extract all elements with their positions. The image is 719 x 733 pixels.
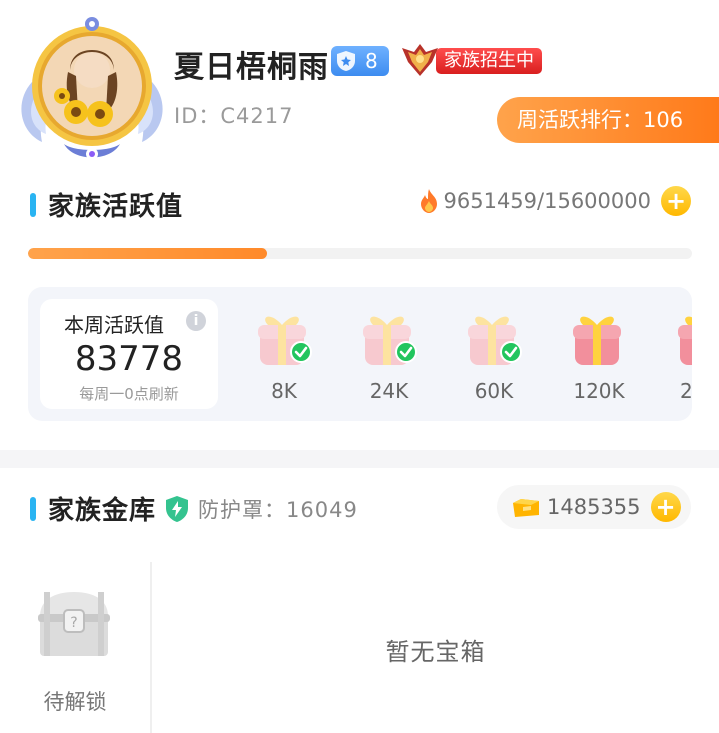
shield-lightning-icon: [166, 495, 189, 522]
treasury-heading: 家族金库 防护罩：16049: [30, 490, 358, 527]
gift-box-icon: [678, 316, 692, 365]
check-icon: [500, 341, 522, 363]
activity-title: 家族活跃值: [48, 192, 184, 222]
reward-amount: 24K: [369, 379, 409, 403]
reward-amount: 8K: [271, 379, 297, 403]
weekly-rewards-panel: 本周活跃值 i 83778 每周一0点刷新 8K 24K 60K 120K 2: [28, 287, 692, 421]
check-icon: [290, 341, 312, 363]
empty-chest-message: 暂无宝箱: [385, 638, 486, 666]
reward-amount: 120K: [573, 379, 625, 403]
recruit-label: 家族招生中: [436, 48, 542, 74]
reward-gift-3[interactable]: 60K: [454, 307, 534, 407]
gift-box-icon: [573, 316, 621, 365]
reward-gift-1[interactable]: 8K: [244, 307, 324, 407]
family-header: 夏日梧桐雨 8 家族招生中 ID：C4217 周活跃排行：106: [0, 0, 719, 170]
weekly-activity-card: 本周活跃值 i 83778 每周一0点刷新: [40, 299, 218, 409]
level-number: 8: [365, 49, 378, 73]
treasure-chest-icon: ?: [38, 592, 110, 656]
plus-icon[interactable]: +: [650, 492, 681, 522]
reward-gift-2[interactable]: 24K: [349, 307, 429, 407]
check-icon: [395, 341, 417, 363]
section-divider: [0, 450, 719, 468]
plus-icon[interactable]: +: [661, 186, 691, 216]
activity-total: 9651459/15600000 +: [418, 186, 691, 216]
treasury-title: 家族金库: [48, 496, 157, 526]
activity-total-value: 9651459/15600000: [443, 189, 652, 213]
svg-text:?: ?: [70, 615, 77, 631]
gold-value: 1485355: [547, 495, 641, 519]
weekly-refresh-note: 每周一0点刷新: [79, 385, 179, 403]
accent-bar: [30, 496, 36, 521]
reward-gift-5[interactable]: 2: [664, 307, 692, 407]
shield-icon: [337, 51, 355, 71]
family-avatar[interactable]: [14, 12, 170, 168]
chest-status-label: 待解锁: [43, 690, 107, 714]
activity-progress-bar: [28, 248, 692, 259]
family-name: 夏日梧桐雨: [174, 50, 329, 85]
crest-icon: [402, 44, 438, 76]
recruit-badge[interactable]: 家族招生中: [398, 42, 548, 78]
family-id: ID：C4217: [174, 104, 294, 128]
reward-gift-4[interactable]: 120K: [559, 307, 639, 407]
weekly-rank-button[interactable]: 周活跃排行：106: [497, 97, 719, 143]
weekly-activity-value: 83778: [74, 339, 184, 379]
info-icon[interactable]: i: [186, 311, 206, 331]
reward-amount: 60K: [474, 379, 514, 403]
gold-balance: 1485355 +: [497, 485, 691, 529]
gold-ingot-icon: [513, 499, 539, 517]
protection-value: 防护罩：16049: [198, 497, 358, 522]
level-badge: 8: [331, 46, 389, 76]
reward-amount: 2: [680, 379, 692, 403]
activity-heading: 家族活跃值: [30, 186, 183, 223]
fire-icon: [420, 189, 437, 213]
activity-progress-fill: [28, 248, 268, 259]
weekly-activity-label: 本周活跃值: [64, 313, 164, 337]
accent-bar: [30, 192, 36, 217]
locked-chest-slot[interactable]: ? 待解锁: [0, 562, 152, 733]
